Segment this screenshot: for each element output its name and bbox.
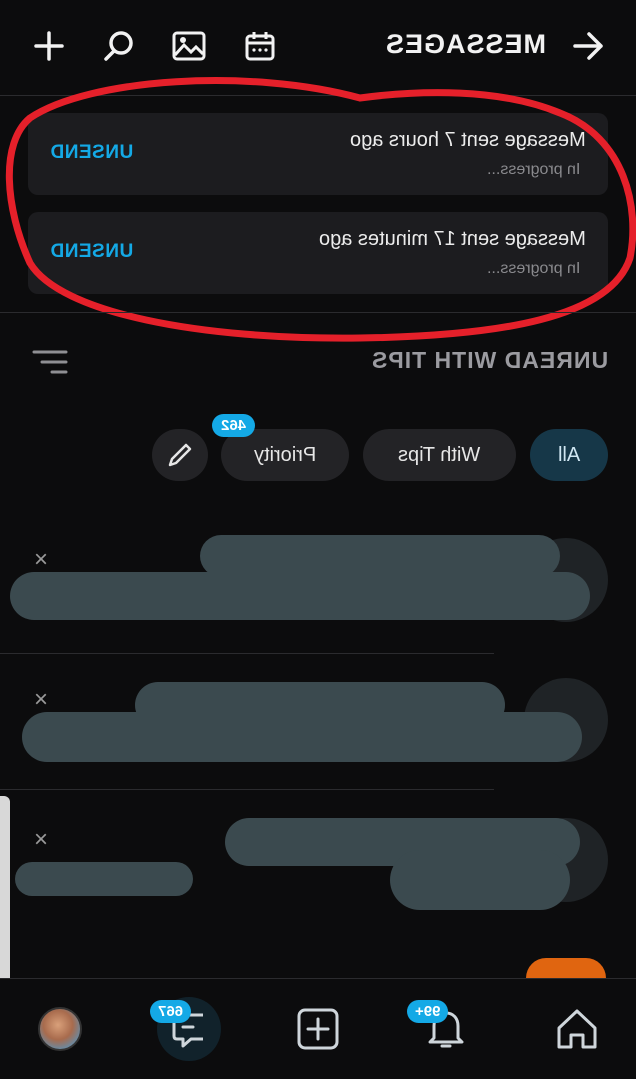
back-arrow-icon[interactable] [570, 28, 606, 64]
pending-message-card: Message sent 17 minutes ago In progress.… [28, 212, 608, 294]
redaction-scribble [10, 572, 590, 620]
chip-all[interactable]: All [530, 429, 608, 481]
unsend-button[interactable]: UNSEND [50, 142, 133, 164]
profile-avatar[interactable] [32, 1001, 88, 1057]
plus-icon[interactable] [31, 28, 67, 64]
bottom-nav: 99+ 667 [0, 978, 636, 1079]
priority-count-badge: 462 [212, 414, 256, 437]
notifications-badge: 99+ [407, 1000, 449, 1023]
messages-badge: 667 [150, 1000, 192, 1023]
header: MESSAGES [0, 0, 636, 95]
page-title: MESSAGES [384, 29, 546, 59]
edit-filter-button[interactable] [152, 429, 208, 481]
avatar [38, 1007, 82, 1051]
redaction-scribble [200, 535, 560, 577]
add-post-icon[interactable] [290, 1001, 346, 1057]
pending-message-status: In progress... [486, 260, 580, 277]
chat-row[interactable]: × [0, 510, 636, 654]
avatar[interactable] [526, 958, 606, 978]
dismiss-icon[interactable]: × [34, 686, 48, 714]
image-icon[interactable] [171, 28, 207, 64]
pending-message-text: Message sent 17 minutes ago [319, 228, 586, 250]
chat-row[interactable]: × [0, 650, 636, 790]
pending-message-status: In progress... [486, 161, 580, 178]
calendar-icon[interactable] [242, 28, 278, 64]
pencil-icon [168, 443, 192, 467]
sort-icon[interactable] [30, 344, 70, 380]
header-divider [0, 95, 636, 96]
section-divider [0, 312, 636, 313]
redaction-scribble [390, 850, 570, 910]
chat-row[interactable]: × [0, 790, 636, 930]
unsend-button[interactable]: UNSEND [50, 241, 133, 263]
dismiss-icon[interactable]: × [34, 546, 48, 574]
home-icon[interactable] [549, 1001, 605, 1057]
dismiss-icon[interactable]: × [34, 826, 48, 854]
red-annotation-circle [5, 77, 636, 342]
pending-message-card: Message sent 7 hours ago In progress... … [28, 113, 608, 195]
pending-message-text: Message sent 7 hours ago [350, 129, 586, 151]
redaction-scribble [15, 862, 193, 896]
redaction-scribble [22, 712, 582, 762]
search-icon[interactable] [101, 28, 137, 64]
chip-with-tips[interactable]: With Tips [363, 429, 516, 481]
filter-title: UNREAD WITH TIPS [370, 347, 608, 373]
